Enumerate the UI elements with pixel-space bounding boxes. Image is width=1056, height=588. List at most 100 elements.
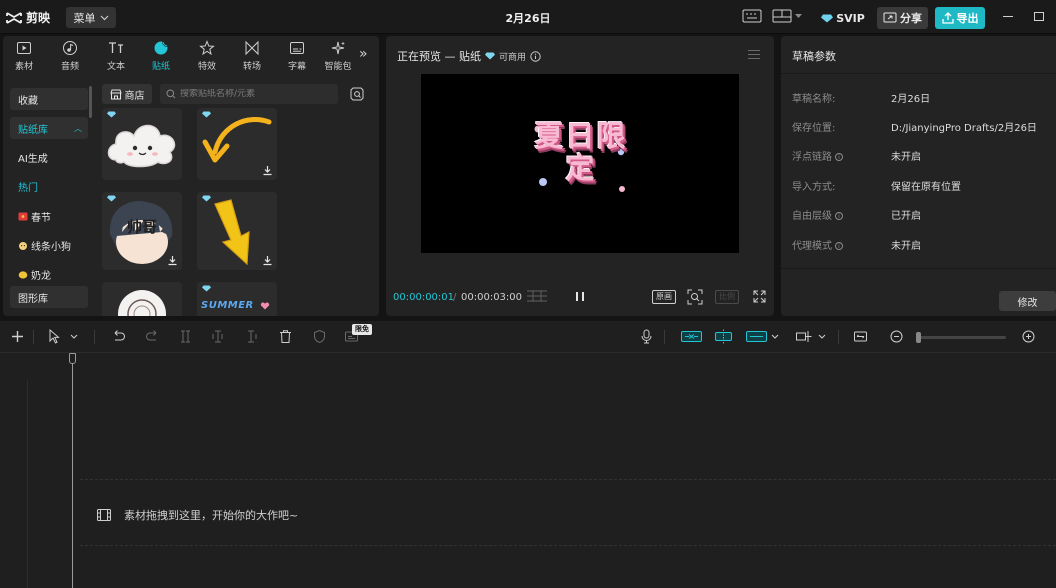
fit-timeline-icon[interactable] (853, 329, 868, 344)
split-icon[interactable] (178, 329, 193, 344)
tab-label: 音频 (60, 62, 79, 72)
tab-label: 转场 (242, 62, 261, 72)
category-line-puppy[interactable]: 线条小狗 (10, 234, 88, 256)
category-favorites[interactable]: 收藏 (10, 88, 88, 110)
drop-zone[interactable]: 素材拖拽到这里，开始你的大作吧~ (97, 507, 298, 523)
tab-media[interactable]: 素材 (7, 40, 41, 72)
zoom-out-icon[interactable] (889, 329, 904, 344)
category-sticker-library[interactable]: 贴纸库 ︿ (10, 117, 88, 139)
export-button[interactable]: 导出 (935, 7, 985, 29)
diamond-icon (202, 111, 211, 118)
sticker-cloud[interactable] (102, 108, 182, 180)
redo-icon[interactable] (145, 329, 160, 344)
scan-icon[interactable] (687, 289, 703, 305)
add-track-icon[interactable] (10, 329, 25, 344)
tab-transition[interactable]: 转场 (235, 40, 269, 72)
sticker-ring[interactable] (102, 282, 182, 316)
dragon-icon (18, 270, 28, 279)
split-left-icon[interactable] (210, 329, 225, 344)
playhead[interactable] (72, 353, 73, 588)
category-hot[interactable]: 热门 (10, 175, 88, 197)
search-bar (160, 84, 338, 104)
diamond-icon (485, 52, 495, 60)
effects-icon (199, 40, 215, 56)
free-badge: 限免 (352, 324, 372, 335)
download-icon[interactable] (262, 165, 273, 176)
category-label: 热门 (18, 182, 38, 194)
zoom-slider[interactable] (918, 336, 1006, 339)
linkage-icon[interactable] (746, 329, 782, 344)
menu-button[interactable]: 菜单 (66, 7, 116, 28)
tab-text[interactable]: 文本 (99, 40, 133, 72)
recognize-icon[interactable] (350, 87, 364, 101)
undo-icon[interactable] (111, 329, 126, 344)
aspect-ratio-button[interactable]: 比例 (715, 290, 739, 304)
tab-sticker[interactable]: 贴纸 (144, 40, 178, 72)
layout-icon[interactable] (772, 9, 804, 26)
original-quality-button[interactable]: 原画 (652, 290, 676, 304)
sticker-shuai-ge[interactable]: 帅哥 (102, 192, 182, 270)
draft-row-key: 自由层级 (792, 211, 832, 222)
minimize-button[interactable] (1003, 16, 1013, 17)
timeline-toolbar: 限免 (0, 321, 1056, 353)
more-tabs-icon[interactable]: » (359, 46, 368, 62)
draft-row-value: 未开启 (891, 241, 921, 252)
tab-effects[interactable]: 特效 (190, 40, 224, 72)
divider (33, 330, 34, 344)
tab-smart-package[interactable]: 智能包 (321, 40, 355, 72)
share-icon (883, 12, 897, 23)
store-button[interactable]: 商店 (102, 84, 152, 104)
zoom-in-icon[interactable] (1021, 329, 1036, 344)
draft-settings-panel: 草稿参数 草稿名称: 2月26日 保存位置: D:/JianyingPro Dr… (781, 36, 1056, 316)
share-button[interactable]: 分享 (877, 7, 928, 29)
info-icon[interactable]: i (835, 212, 843, 220)
chevron-up-icon: ︿ (74, 124, 82, 133)
maximize-button[interactable] (1034, 12, 1044, 21)
audio-icon (63, 41, 77, 55)
store-icon (109, 89, 122, 99)
draft-row-key: 草稿名称: (792, 94, 836, 105)
sticker-text: SUMMER (201, 300, 254, 311)
search-input[interactable] (180, 89, 330, 99)
draft-row: 代理模式 i 未开启 (792, 237, 1054, 252)
download-icon[interactable] (262, 255, 273, 266)
timeline-grid-icon[interactable] (526, 289, 548, 303)
svip-button[interactable]: SVIP (818, 8, 868, 28)
category-shape-library[interactable]: 图形库 (10, 286, 88, 308)
draft-row-key-wrap: 自由层级 i (792, 207, 843, 222)
auto-snap-icon[interactable] (713, 329, 734, 344)
modify-button[interactable]: 修改 (999, 291, 1056, 311)
time-separator: / (453, 292, 457, 303)
info-icon[interactable] (530, 50, 541, 62)
fullscreen-icon[interactable] (753, 290, 766, 303)
microphone-icon[interactable] (639, 329, 654, 344)
draft-row-key-wrap: 浮点链路 i (792, 148, 843, 163)
capcut-logo-icon (6, 11, 22, 24)
category-scrollbar[interactable] (89, 86, 92, 118)
pause-icon[interactable] (575, 291, 585, 302)
split-right-icon[interactable] (244, 329, 259, 344)
category-ai-generate[interactable]: AI生成 (10, 146, 88, 168)
select-tool-icon[interactable] (47, 328, 81, 344)
preview-menu-icon[interactable] (748, 50, 760, 59)
category-nai-long[interactable]: 奶龙 (10, 263, 88, 285)
shield-icon[interactable] (312, 329, 327, 344)
draft-row: 浮点链路 i 未开启 (792, 148, 1054, 163)
category-spring-festival[interactable]: 春节 (10, 205, 88, 227)
sticker-arrow-down[interactable] (197, 192, 277, 270)
tab-subtitle[interactable]: 字幕 (280, 40, 314, 72)
sticker-arrow-curve[interactable] (197, 108, 277, 180)
category-label: 收藏 (18, 95, 38, 107)
main-track-magnet-icon[interactable] (681, 329, 702, 344)
cloud-sticker-image (107, 124, 176, 168)
info-icon[interactable]: i (835, 153, 843, 161)
info-icon[interactable]: i (835, 242, 843, 250)
delete-icon[interactable] (278, 329, 293, 344)
preview-axis-icon[interactable] (795, 329, 829, 344)
sticker-summer[interactable]: SUMMER (197, 282, 277, 316)
playhead-handle[interactable] (69, 353, 76, 364)
zoom-slider-handle[interactable] (916, 332, 921, 343)
download-icon[interactable] (167, 255, 178, 266)
tab-audio[interactable]: 音频 (53, 40, 87, 72)
keyboard-icon[interactable] (742, 9, 762, 26)
